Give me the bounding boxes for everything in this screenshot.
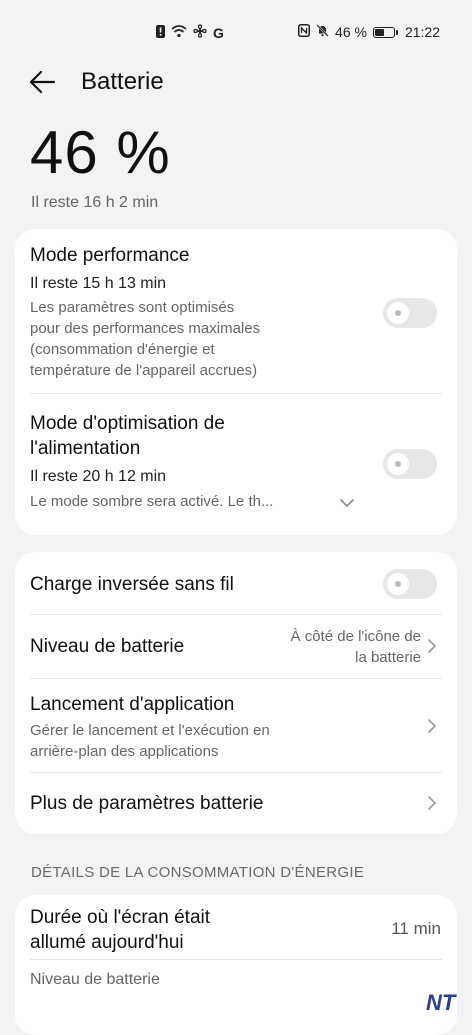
chevron-right-icon: [427, 638, 443, 658]
power-modes-card: Mode performance Il reste 15 h 13 min Le…: [15, 229, 457, 535]
battery-level-value: À côté de l'icône de la batterie: [291, 626, 421, 668]
reverse-charge-toggle[interactable]: [383, 569, 437, 599]
desc-line: pour des performances maximales: [30, 318, 442, 339]
status-left-icons: G: [156, 24, 224, 41]
toggle-knob: [387, 302, 409, 324]
status-bar: G 46 % 21:22: [0, 0, 472, 62]
power-saving-mode-toggle[interactable]: [383, 449, 437, 479]
performance-mode-remaining: Il reste 15 h 13 min: [30, 273, 442, 294]
chevron-right-icon: [427, 795, 443, 815]
power-saving-mode-row[interactable]: Mode d'optimisation de l'alimentation Il…: [30, 411, 442, 512]
title-line: l'alimentation: [30, 436, 442, 461]
nfc-icon: [298, 24, 310, 40]
battery-level-chart-title: Niveau de batterie: [30, 969, 442, 990]
expand-chevron-down-icon[interactable]: [339, 495, 355, 515]
label-line: allumé aujourd'hui: [30, 930, 442, 955]
performance-mode-title: Mode performance: [30, 243, 442, 268]
desc-line: Gérer le lancement et l'exécution en: [30, 720, 442, 741]
chevron-right-icon: [427, 718, 443, 738]
back-arrow-icon: [28, 68, 56, 96]
screen-on-time-label: Durée où l'écran était allumé aujourd'hu…: [30, 905, 442, 955]
battery-percent: 46 %: [335, 24, 367, 40]
top-app-bar: Batterie: [0, 60, 472, 104]
fan-icon: [193, 24, 207, 41]
power-saving-mode-title: Mode d'optimisation de l'alimentation: [30, 411, 442, 461]
reverse-charge-label: Charge inversée sans fil: [30, 572, 442, 597]
title-line: Mode d'optimisation de: [30, 411, 442, 436]
alert-icon: [156, 25, 165, 41]
reverse-charge-row[interactable]: Charge inversée sans fil: [30, 572, 442, 597]
performance-mode-description: Les paramètres sont optimisés pour des p…: [30, 297, 442, 381]
toggle-knob: [387, 573, 409, 595]
battery-percentage: 46 %: [30, 118, 171, 187]
divider: [30, 678, 442, 679]
page-title: Batterie: [81, 68, 164, 96]
consumption-details-card: Durée où l'écran était allumé aujourd'hu…: [15, 895, 457, 1035]
consumption-details-heading: DÉTAILS DE LA CONSOMMATION D'ÉNERGIE: [31, 864, 364, 881]
desc-line: température de l'appareil accrues): [30, 360, 442, 381]
battery-level-chart-label: Niveau de batterie: [30, 969, 442, 990]
battery-settings-card: Charge inversée sans fil Niveau de batte…: [15, 552, 457, 834]
network-type: G: [213, 25, 224, 41]
performance-mode-row[interactable]: Mode performance Il reste 15 h 13 min Le…: [30, 243, 442, 381]
remaining-time: Il reste 16 h 2 min: [31, 194, 158, 212]
screen-on-time-value: 11 min: [391, 919, 441, 939]
divider: [30, 772, 442, 773]
status-time: 21:22: [405, 24, 440, 40]
power-saving-mode-description: Le mode sombre sera activé. Le th...: [30, 491, 442, 512]
app-launch-label: Lancement d'application: [30, 692, 442, 717]
desc-line: Les paramètres sont optimisés: [30, 297, 442, 318]
divider: [30, 393, 442, 394]
battery-icon: [373, 27, 395, 38]
label-line: Durée où l'écran était: [30, 905, 442, 930]
mute-bell-icon: [316, 24, 329, 40]
wifi-icon: [171, 25, 187, 41]
watermark-logo: NT: [426, 990, 466, 1020]
back-button[interactable]: [28, 68, 60, 96]
app-launch-row[interactable]: Lancement d'application Gérer le lanceme…: [30, 692, 442, 762]
performance-mode-toggle[interactable]: [383, 298, 437, 328]
desc-line: arrière-plan des applications: [30, 741, 442, 762]
power-saving-mode-remaining: Il reste 20 h 12 min: [30, 466, 442, 487]
more-battery-settings-row[interactable]: Plus de paramètres batterie: [30, 791, 442, 816]
status-right-icons: 46 % 21:22: [298, 24, 440, 40]
toggle-knob: [387, 453, 409, 475]
divider: [30, 614, 442, 615]
value-line: la batterie: [291, 647, 421, 668]
divider: [30, 959, 442, 960]
desc-line: (consommation d'énergie et: [30, 339, 442, 360]
battery-icon-fill: [375, 29, 384, 36]
more-battery-settings-label: Plus de paramètres batterie: [30, 791, 442, 816]
app-launch-description: Gérer le lancement et l'exécution en arr…: [30, 720, 442, 762]
screen-on-time-row[interactable]: Durée où l'écran était allumé aujourd'hu…: [30, 905, 442, 955]
svg-text:NT: NT: [426, 990, 457, 1014]
value-line: À côté de l'icône de: [291, 626, 421, 647]
